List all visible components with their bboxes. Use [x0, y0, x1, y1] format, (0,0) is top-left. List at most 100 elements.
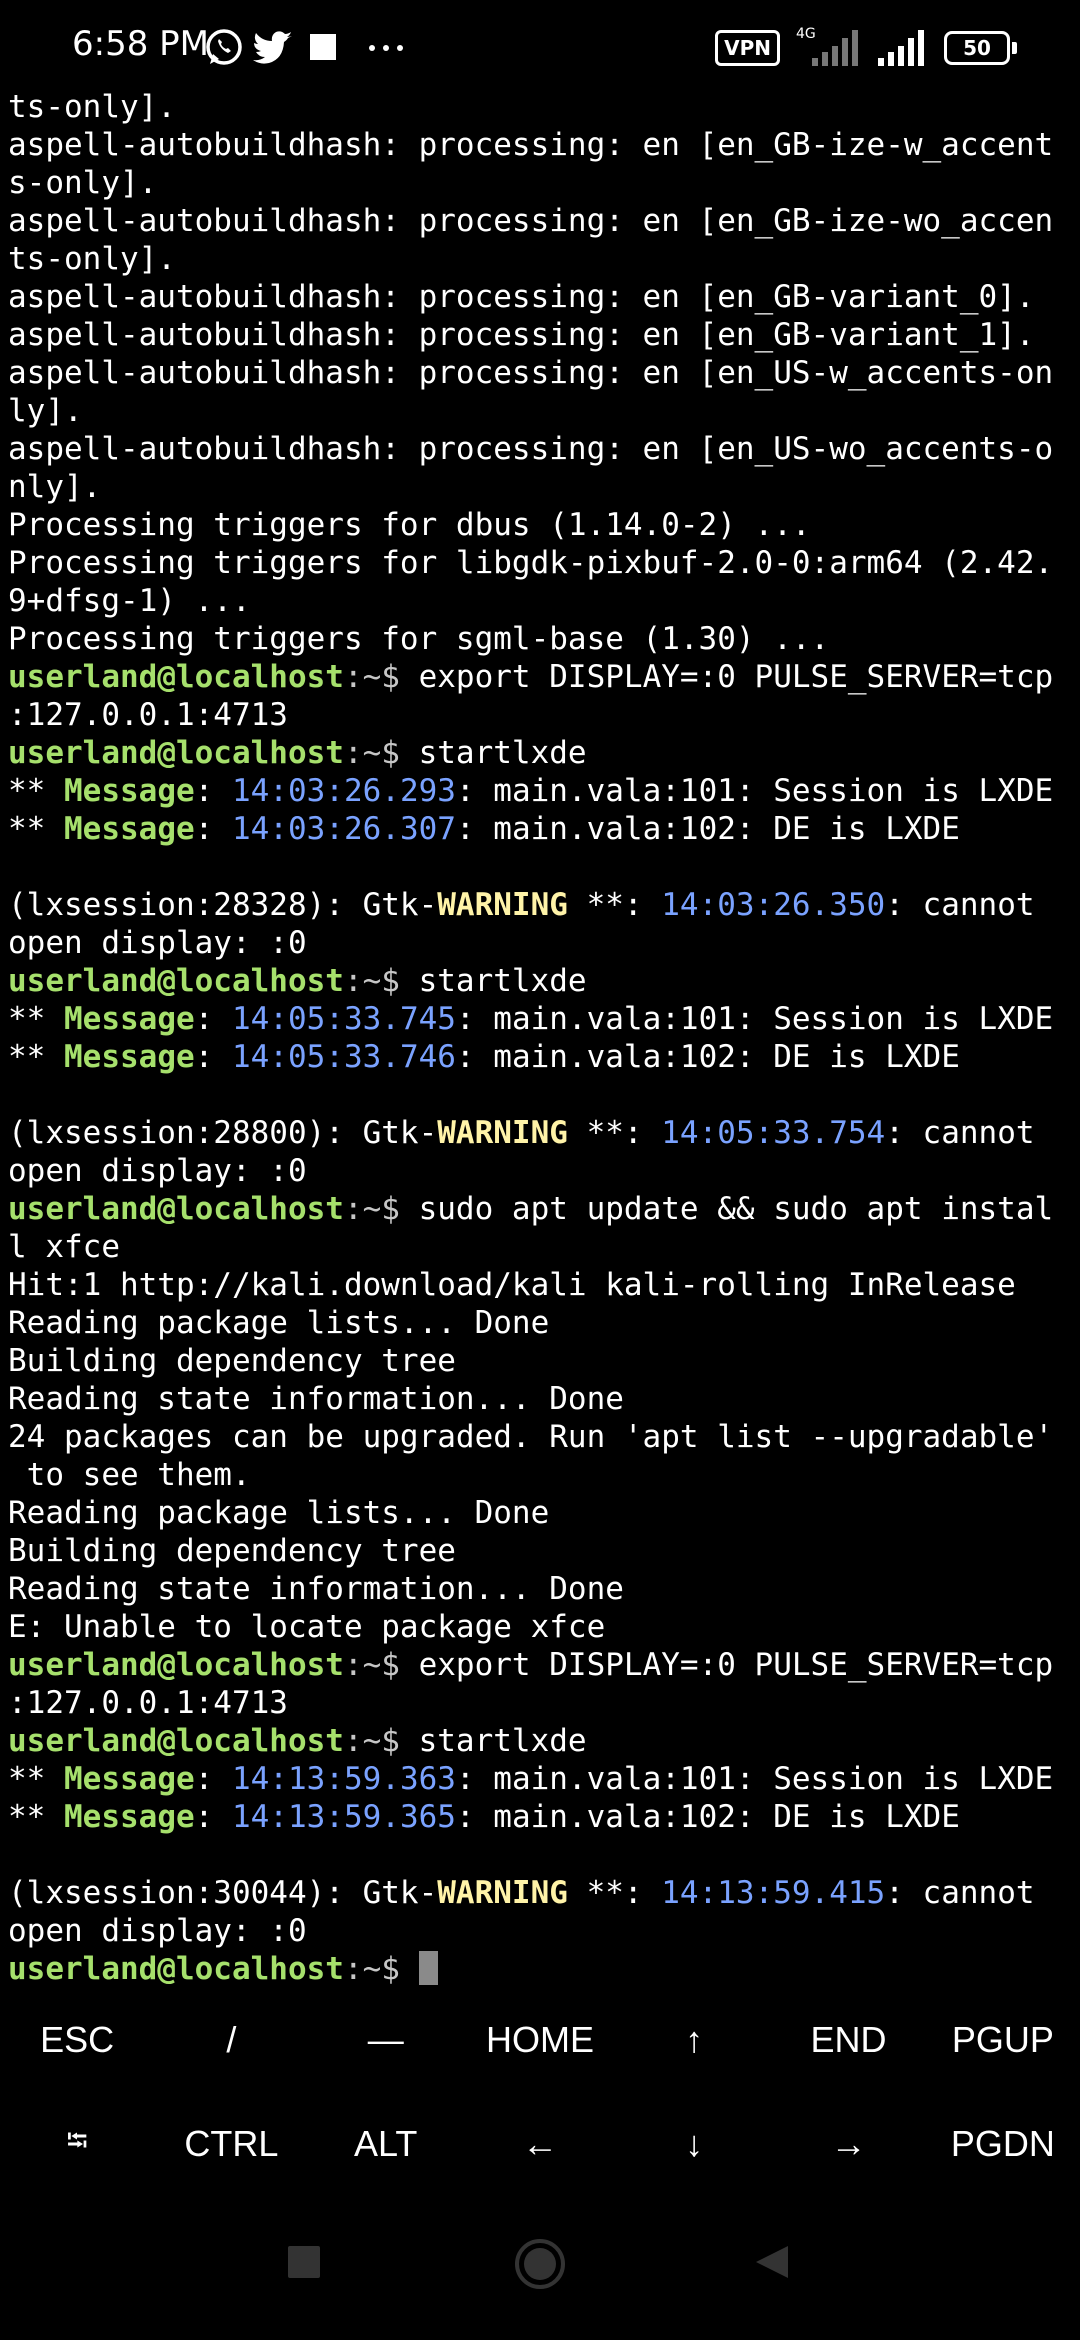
log-source: (lxsession:30044): Gtk-: [8, 1875, 438, 1911]
log-text: : main.vala:102: DE is LXDE: [455, 1799, 960, 1835]
log-text: : main.vala:102: DE is LXDE: [455, 811, 960, 847]
terminal-line: to see them.: [8, 1457, 251, 1493]
terminal-line: aspell-autobuildhash: processing: en [en…: [8, 431, 1054, 467]
prompt-line: userland@localhost:~$ export DISPLAY=:0 …: [8, 658, 1076, 696]
log-text: : main.vala:102: DE is LXDE: [455, 1039, 960, 1075]
key-left[interactable]: ←: [463, 2094, 617, 2194]
terminal-line: open display: :0: [8, 925, 307, 961]
terminal-line: Reading state information... Done: [8, 1381, 624, 1417]
key-up[interactable]: ↑: [617, 1990, 771, 2090]
terminal-line: s-only].: [8, 165, 158, 201]
prompt-user: userland@localhost: [8, 1951, 344, 1987]
log-warning-line: (lxsession:28328): Gtk-WARNING **: 14:03…: [8, 886, 1076, 924]
log-stars: **: [8, 1001, 64, 1037]
terminal-line: 9+dfsg-1) ...: [8, 583, 251, 619]
log-text: : cannot: [885, 1875, 1035, 1911]
terminal-line: :127.0.0.1:4713: [8, 697, 288, 733]
log-separator: :: [194, 1039, 232, 1075]
prompt-user: userland@localhost: [8, 1647, 344, 1683]
log-message-line: ** Message: 14:05:33.746: main.vala:102:…: [8, 1038, 1076, 1076]
key-right[interactable]: →: [771, 2094, 925, 2194]
prompt-line: userland@localhost:~$ export DISPLAY=:0 …: [8, 1646, 1076, 1684]
log-message-line: ** Message: 14:03:26.307: main.vala:102:…: [8, 810, 1076, 848]
status-right: VPN 4G 50: [715, 26, 1017, 70]
key-esc[interactable]: ESC: [0, 1990, 154, 2090]
log-timestamp: 14:13:59.415: [661, 1875, 886, 1911]
log-text: : main.vala:101: Session is LXDE: [455, 1001, 1054, 1037]
signal-icon: [878, 30, 924, 66]
navigation-bar: [0, 2200, 1080, 2340]
more-icon: [369, 45, 403, 51]
command-text: sudo apt update && sudo apt instal: [418, 1191, 1054, 1227]
terminal-line: Reading package lists... Done: [8, 1305, 550, 1341]
log-stars: **: [8, 811, 64, 847]
log-source: (lxsession:28800): Gtk-: [8, 1115, 438, 1151]
signal-icon-4g: 4G: [794, 26, 860, 70]
battery-icon: 50: [944, 31, 1017, 65]
log-message-line: ** Message: 14:03:26.293: main.vala:101:…: [8, 772, 1076, 810]
log-timestamp: 14:13:59.365: [231, 1799, 456, 1835]
log-timestamp: 14:03:26.293: [231, 773, 456, 809]
key-home[interactable]: HOME: [463, 1990, 617, 2090]
terminal-line: Building dependency tree: [8, 1343, 456, 1379]
key-slash[interactable]: /: [154, 1990, 308, 2090]
terminal-line: aspell-autobuildhash: processing: en [en…: [8, 279, 1035, 315]
log-level-message: Message: [64, 811, 195, 847]
home-button[interactable]: [512, 2236, 568, 2292]
log-stars: **: [8, 1039, 64, 1075]
terminal-output[interactable]: ts-only]. aspell-autobuildhash: processin…: [8, 88, 1076, 1988]
log-warning-line: (lxsession:30044): Gtk-WARNING **: 14:13…: [8, 1874, 1076, 1912]
key-down[interactable]: ↓: [617, 2094, 771, 2194]
log-message-line: ** Message: 14:13:59.365: main.vala:102:…: [8, 1798, 1076, 1836]
extra-keys-bar: ESC / — HOME ↑ END PGUP ⭾ CTRL ALT ← ↓ → PGDN: [0, 1990, 1080, 2200]
terminal-line: aspell-autobuildhash: processing: en [en…: [8, 127, 1054, 163]
prompt-user: userland@localhost: [8, 659, 344, 695]
terminal-line: Processing triggers for libgdk-pixbuf-2.…: [8, 545, 1054, 581]
log-stars: **: [8, 1761, 64, 1797]
terminal-line: ts-only].: [8, 89, 176, 125]
key-dash[interactable]: —: [309, 1990, 463, 2090]
command-text: startlxde: [418, 735, 587, 771]
terminal-line: Processing triggers for dbus (1.14.0-2) …: [8, 507, 811, 543]
extra-keys-row-1: ESC / — HOME ↑ END PGUP: [0, 1990, 1080, 2090]
square-icon: [310, 34, 336, 60]
key-pgdn[interactable]: PGDN: [926, 2094, 1080, 2194]
log-level-warning: WARNING: [437, 887, 568, 923]
command-text: startlxde: [418, 963, 587, 999]
log-source: (lxsession:28328): Gtk-: [8, 887, 438, 923]
log-separator: :: [194, 1761, 232, 1797]
prompt-line: userland@localhost:~$ startlxde: [8, 1722, 1076, 1760]
terminal-line: open display: :0: [8, 1913, 307, 1949]
log-text: : main.vala:101: Session is LXDE: [455, 1761, 1054, 1797]
vpn-badge: VPN: [715, 30, 780, 66]
key-pgup[interactable]: PGUP: [926, 1990, 1080, 2090]
key-tab[interactable]: ⭾: [0, 2094, 154, 2194]
log-message-line: ** Message: 14:13:59.363: main.vala:101:…: [8, 1760, 1076, 1798]
prompt-line: userland@localhost:~$ startlxde: [8, 962, 1076, 1000]
prompt-user: userland@localhost: [8, 735, 344, 771]
twitter-icon: [253, 31, 292, 64]
extra-keys-row-2: ⭾ CTRL ALT ← ↓ → PGDN: [0, 2094, 1080, 2194]
prompt-line: userland@localhost:~$ startlxde: [8, 734, 1076, 772]
prompt-path: :~$: [343, 1723, 419, 1759]
prompt-path: :~$: [343, 735, 419, 771]
key-end[interactable]: END: [771, 1990, 925, 2090]
back-button[interactable]: [752, 2242, 792, 2282]
terminal-line: Building dependency tree: [8, 1533, 456, 1569]
terminal-line: 24 packages can be upgraded. Run 'apt li…: [8, 1419, 1054, 1455]
log-level-message: Message: [64, 1039, 195, 1075]
terminal-line: ly].: [8, 393, 83, 429]
log-separator: :: [194, 773, 232, 809]
log-text: : cannot: [885, 887, 1035, 923]
recents-button[interactable]: [284, 2242, 324, 2282]
terminal-line: aspell-autobuildhash: processing: en [en…: [8, 203, 1054, 239]
key-ctrl[interactable]: CTRL: [154, 2094, 308, 2194]
terminal-line: l xfce: [8, 1229, 120, 1265]
key-alt[interactable]: ALT: [309, 2094, 463, 2194]
prompt-user: userland@localhost: [8, 1723, 344, 1759]
terminal-line: ts-only].: [8, 241, 176, 277]
log-level-warning: WARNING: [437, 1875, 568, 1911]
